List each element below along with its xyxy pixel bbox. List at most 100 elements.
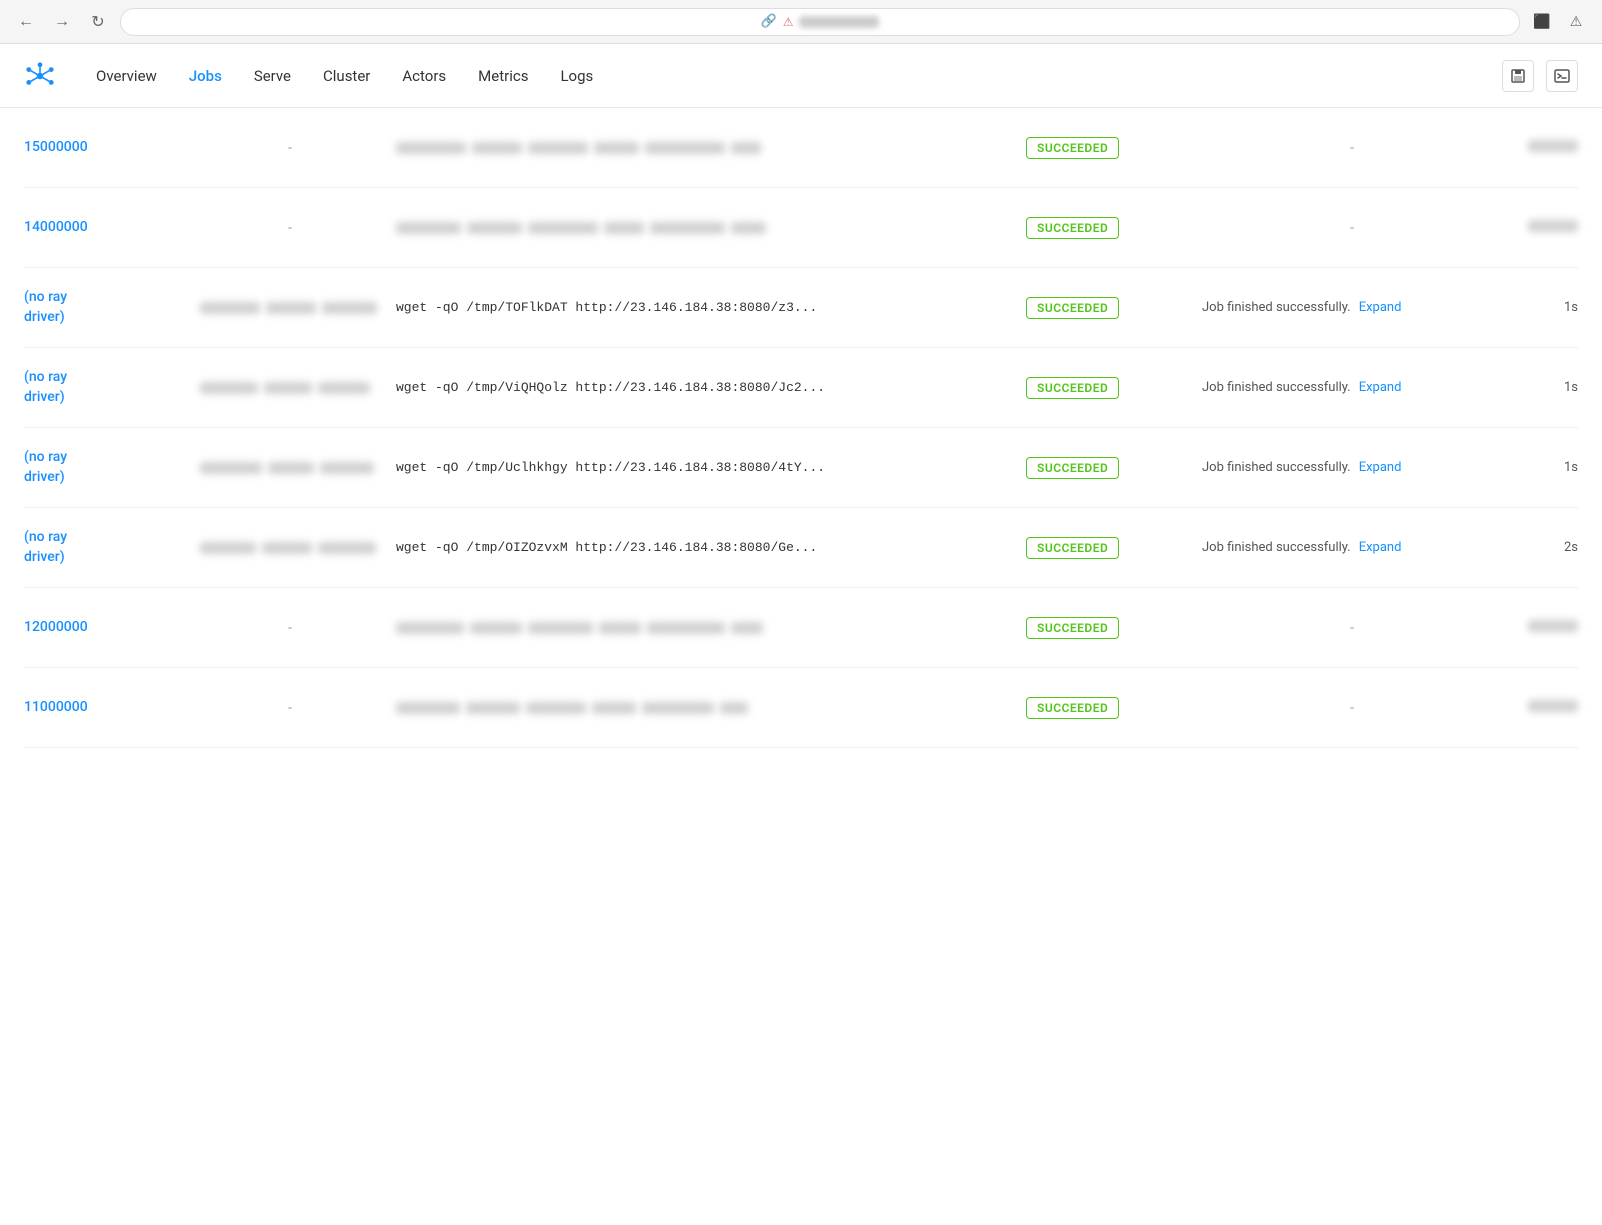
blur-2 <box>472 142 522 154</box>
reload-button[interactable]: ↻ <box>84 8 112 36</box>
job-submission-id-blurred <box>396 622 1010 634</box>
job-command: wget -qO /tmp/TOFlkDAT http://23.146.184… <box>396 300 1010 315</box>
nav-actors[interactable]: Actors <box>386 59 462 93</box>
job-id[interactable]: (no raydriver) <box>24 288 184 327</box>
job-duration-blurred <box>1518 140 1578 156</box>
nav-cluster[interactable]: Cluster <box>307 59 386 93</box>
job-command: wget -qO /tmp/ViQHQolz http://23.146.184… <box>396 380 1010 395</box>
blur-6 <box>731 142 761 154</box>
link-icon: 🔗 <box>761 14 777 29</box>
blur-2 <box>264 382 312 394</box>
job-message: Job finished successfully. Expand <box>1202 460 1502 475</box>
job-entrypoint-dash: - <box>200 140 380 156</box>
blur-3 <box>322 302 377 314</box>
url-blurred <box>799 16 879 28</box>
table-row: 12000000 - SUCCEEDED - <box>24 588 1578 668</box>
job-status: SUCCEEDED <box>1026 137 1186 159</box>
job-duration-blurred <box>1518 220 1578 236</box>
job-command: wget -qO /tmp/OIZOzvxM http://23.146.184… <box>396 540 1010 555</box>
blur-6 <box>731 622 763 634</box>
job-message: Job finished successfully. Expand <box>1202 540 1502 555</box>
job-id[interactable]: 14000000 <box>24 218 184 238</box>
blur-3 <box>528 222 598 234</box>
expand-link[interactable]: Expand <box>1359 300 1402 315</box>
table-row: 11000000 - SUCCEEDED - <box>24 668 1578 748</box>
forward-button[interactable]: → <box>48 8 76 36</box>
job-id[interactable]: (no raydriver) <box>24 368 184 407</box>
job-message-dash: - <box>1202 140 1502 156</box>
blur-5 <box>650 222 725 234</box>
job-entrypoint-blurred <box>200 462 380 474</box>
blur-1 <box>396 142 466 154</box>
back-button[interactable]: ← <box>12 8 40 36</box>
blur-1 <box>200 462 262 474</box>
job-duration-blurred <box>1518 700 1578 716</box>
blur-2 <box>470 622 522 634</box>
job-id[interactable]: 11000000 <box>24 698 184 718</box>
blur-1 <box>396 622 464 634</box>
terminal-icon-button[interactable] <box>1546 60 1578 92</box>
table-row: (no raydriver) wget -qO /tmp/TOFlkDAT ht… <box>24 268 1578 348</box>
blur-4 <box>599 622 641 634</box>
blur-2 <box>268 462 314 474</box>
blur-3 <box>320 462 374 474</box>
table-row: (no raydriver) wget -qO /tmp/Uclhkhgy ht… <box>24 428 1578 508</box>
job-duration-blurred <box>1518 620 1578 636</box>
job-submission-id-blurred <box>396 222 1010 234</box>
job-message-dash: - <box>1202 220 1502 236</box>
table-row: 15000000 - SUCCEEDED - <box>24 108 1578 188</box>
save-page-button[interactable]: ⬛ <box>1528 8 1556 36</box>
job-entrypoint-dash: - <box>200 220 380 236</box>
blur-4 <box>604 222 644 234</box>
nav-logs[interactable]: Logs <box>544 59 609 93</box>
job-id[interactable]: 15000000 <box>24 138 184 158</box>
blur-1 <box>200 382 258 394</box>
job-status: SUCCEEDED <box>1026 617 1186 639</box>
nav-metrics[interactable]: Metrics <box>462 59 544 93</box>
job-message-text: Job finished successfully. <box>1202 540 1351 555</box>
job-id[interactable]: 12000000 <box>24 618 184 638</box>
blur-4 <box>594 142 639 154</box>
app-header: Overview Jobs Serve Cluster Actors Metri… <box>0 44 1602 108</box>
job-id[interactable]: (no raydriver) <box>24 448 184 487</box>
blur-2 <box>262 542 312 554</box>
job-duration: 2s <box>1518 540 1578 555</box>
job-command: wget -qO /tmp/Uclhkhgy http://23.146.184… <box>396 460 1010 475</box>
alert-button[interactable]: ⚠ <box>1562 8 1590 36</box>
browser-actions: ⬛ ⚠ <box>1528 8 1590 36</box>
nav-serve[interactable]: Serve <box>238 59 307 93</box>
blur-1 <box>200 302 260 314</box>
job-message-text: Job finished successfully. <box>1202 460 1351 475</box>
blur-1 <box>396 222 461 234</box>
expand-link[interactable]: Expand <box>1359 380 1402 395</box>
address-bar: 🔗 ⚠ <box>120 8 1520 36</box>
job-message-text: Job finished successfully. <box>1202 300 1351 315</box>
blur-2 <box>467 222 522 234</box>
job-message: Job finished successfully. Expand <box>1202 380 1502 395</box>
job-status: SUCCEEDED <box>1026 217 1186 239</box>
job-status: SUCCEEDED <box>1026 377 1186 399</box>
job-duration: 1s <box>1518 380 1578 395</box>
job-status: SUCCEEDED <box>1026 457 1186 479</box>
blur-5 <box>642 702 714 714</box>
blur-4 <box>592 702 636 714</box>
job-submission-id-blurred <box>396 142 1010 154</box>
job-id[interactable]: (no raydriver) <box>24 528 184 567</box>
jobs-table: 15000000 - SUCCEEDED - 14000000 - SUCCEE… <box>0 108 1602 748</box>
nav-overview[interactable]: Overview <box>80 59 173 93</box>
job-duration: 1s <box>1518 300 1578 315</box>
header-right <box>1502 60 1578 92</box>
nav-jobs[interactable]: Jobs <box>173 59 238 93</box>
job-entrypoint-blurred <box>200 542 380 554</box>
expand-link[interactable]: Expand <box>1359 460 1402 475</box>
job-duration: 1s <box>1518 460 1578 475</box>
nav-menu: Overview Jobs Serve Cluster Actors Metri… <box>80 59 1502 93</box>
blur-3 <box>318 382 370 394</box>
job-submission-id-blurred <box>396 702 1010 714</box>
job-status: SUCCEEDED <box>1026 697 1186 719</box>
expand-link[interactable]: Expand <box>1359 540 1402 555</box>
save-icon-button[interactable] <box>1502 60 1534 92</box>
job-status: SUCCEEDED <box>1026 537 1186 559</box>
ssl-warning: ⚠ <box>783 15 794 29</box>
job-entrypoint-dash: - <box>200 620 380 636</box>
